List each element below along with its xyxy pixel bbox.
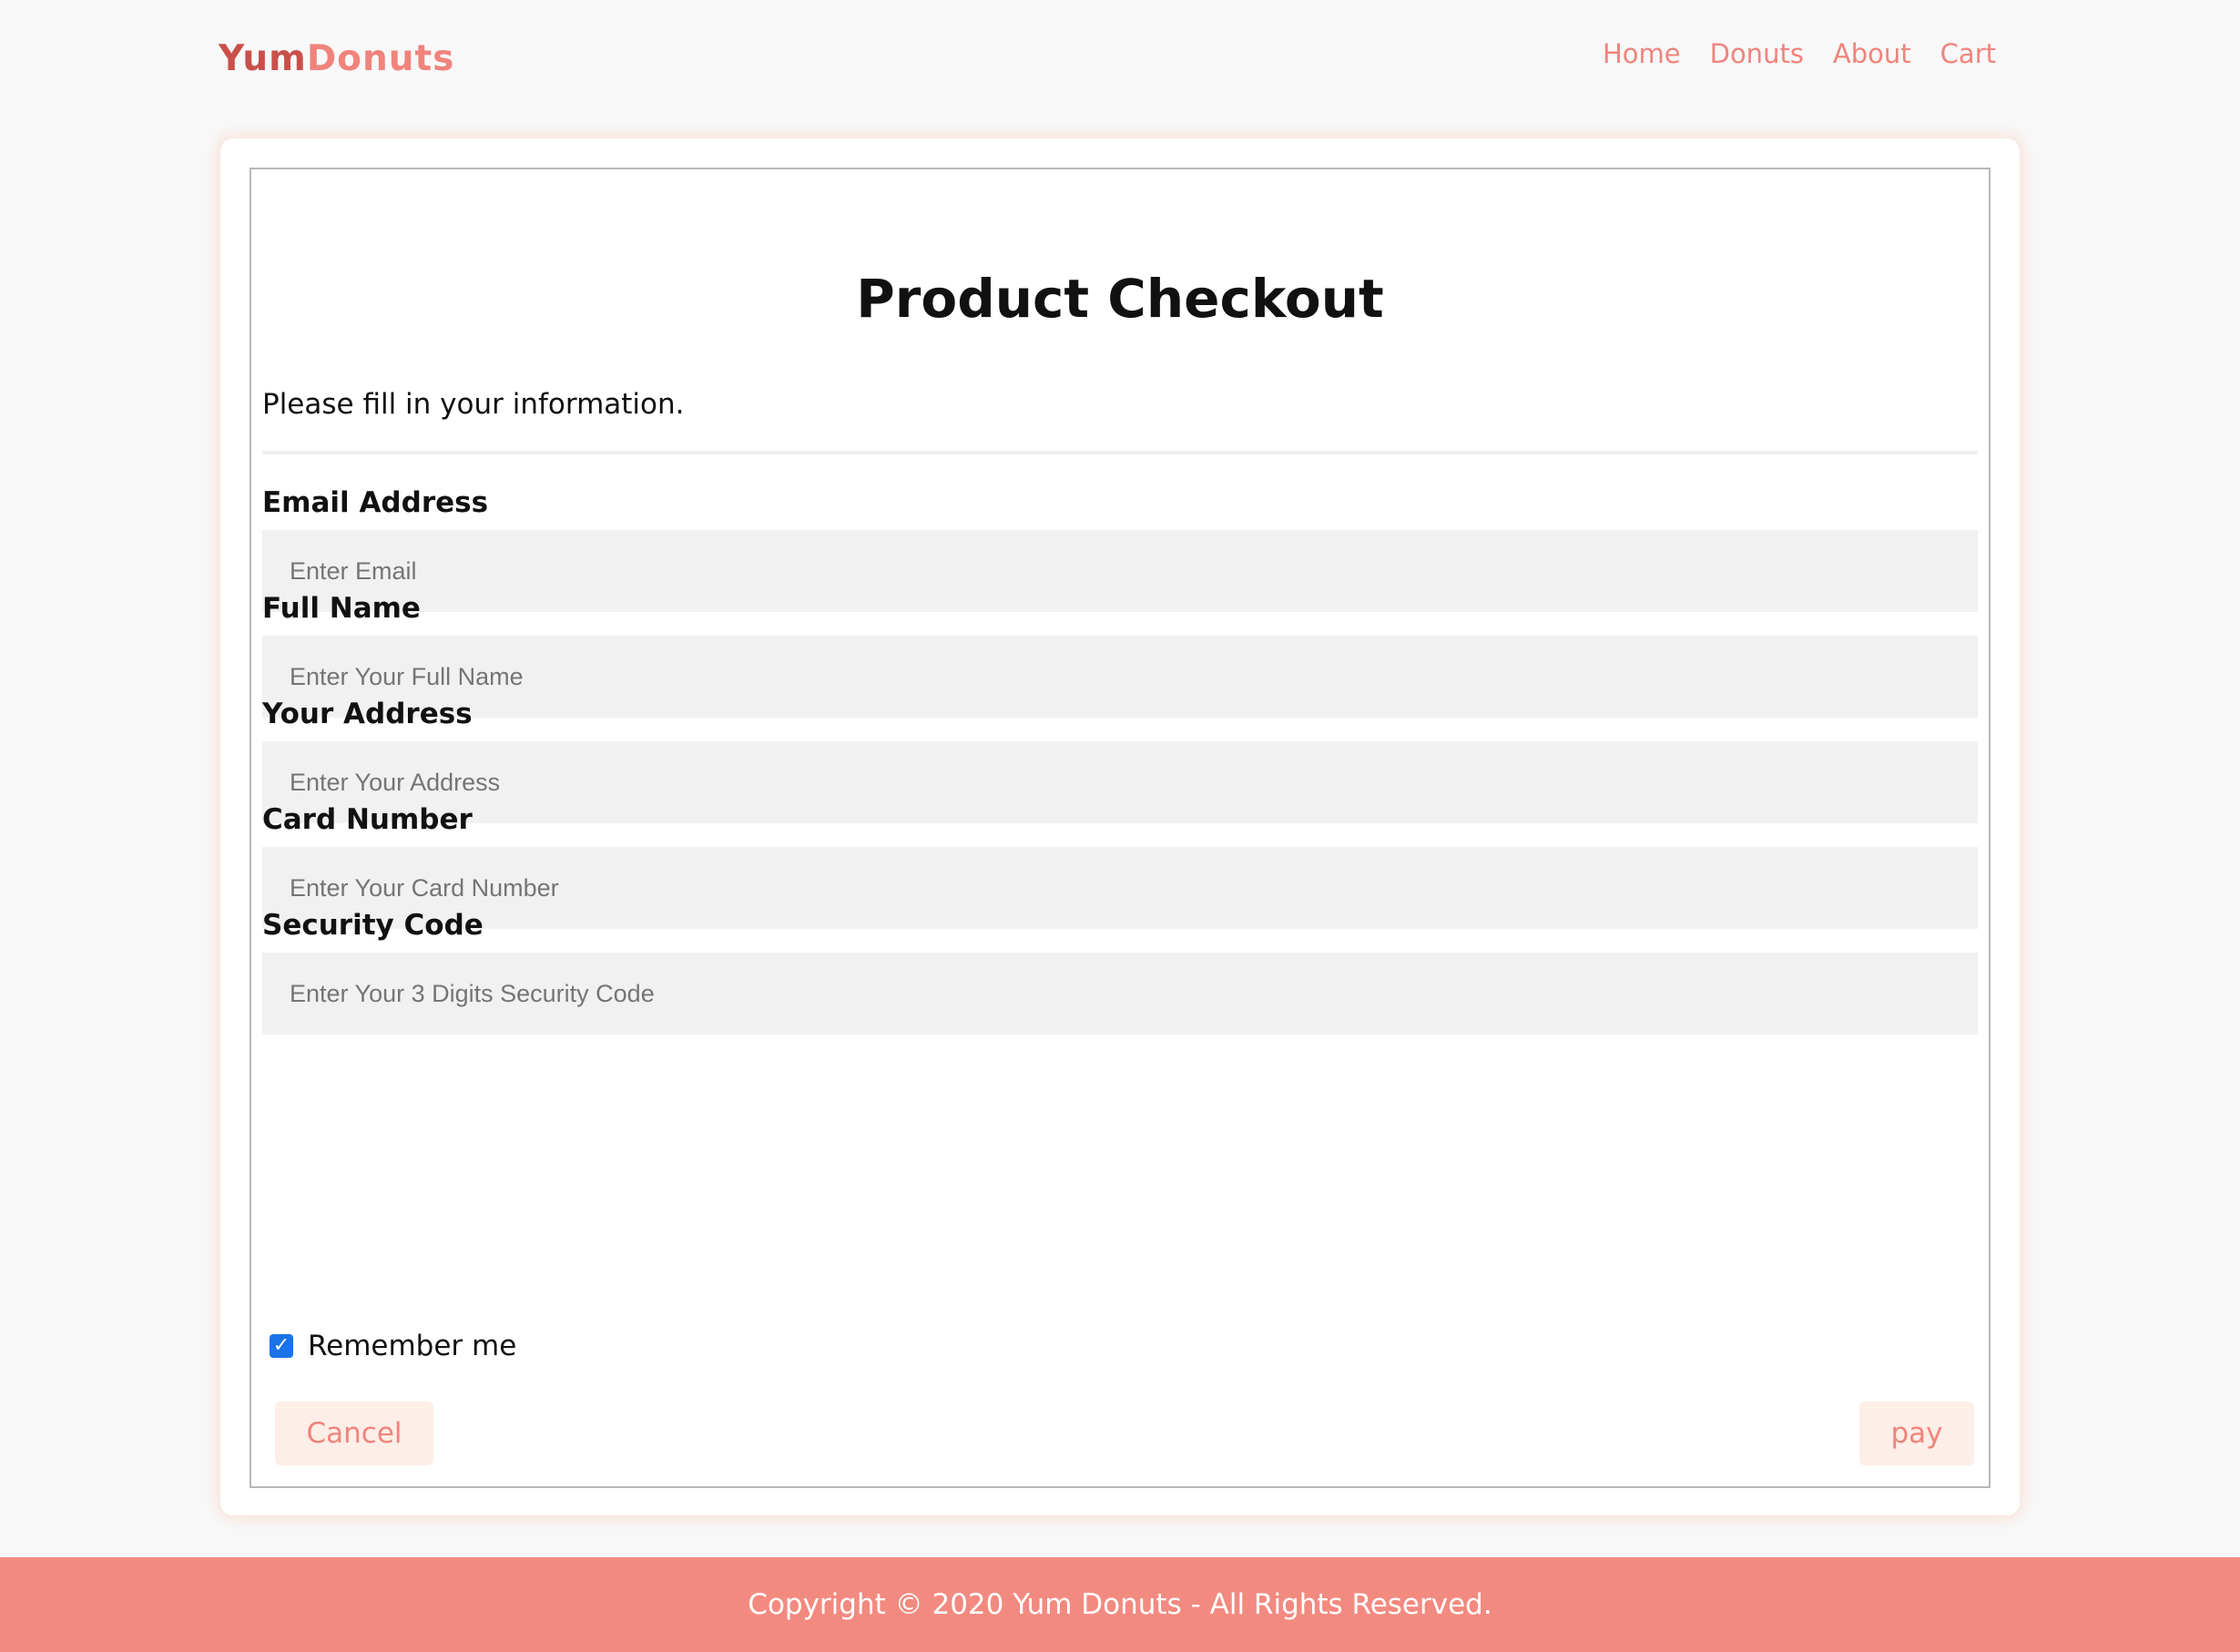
checkout-form: Product Checkout Please fill in your inf… <box>249 168 1991 1488</box>
full-name-label: Full Name <box>262 592 421 625</box>
form-intro-text: Please fill in your information. <box>262 388 685 421</box>
email-label: Email Address <box>262 486 489 519</box>
site-header: YumDonuts Home Donuts About Cart <box>0 0 2240 137</box>
nav-link-donuts[interactable]: Donuts <box>1710 38 1804 69</box>
remember-me-checkbox[interactable]: ✓ <box>270 1334 293 1358</box>
nav-link-about[interactable]: About <box>1833 38 1911 69</box>
nav-link-cart[interactable]: Cart <box>1940 38 1996 69</box>
brand-logo-part2: Donuts <box>306 38 455 79</box>
email-field[interactable] <box>262 530 1978 612</box>
security-code-label: Security Code <box>262 909 484 942</box>
checkout-card: Product Checkout Please fill in your inf… <box>220 138 2020 1515</box>
brand-logo-part1: Yum <box>219 38 307 79</box>
main-nav: Home Donuts About Cart <box>1603 38 1996 69</box>
page-title: Product Checkout <box>856 268 1384 330</box>
form-divider <box>262 451 1978 454</box>
copyright-text: Copyright © 2020 Yum Donuts - All Rights… <box>748 1588 1492 1621</box>
full-name-field[interactable] <box>262 636 1978 718</box>
nav-link-home[interactable]: Home <box>1603 38 1681 69</box>
brand-logo[interactable]: YumDonuts <box>219 38 454 79</box>
address-field[interactable] <box>262 741 1978 823</box>
cancel-button[interactable]: Cancel <box>275 1402 433 1465</box>
security-code-field[interactable] <box>262 953 1978 1035</box>
card-number-label: Card Number <box>262 803 473 836</box>
site-footer: Copyright © 2020 Yum Donuts - All Rights… <box>0 1557 2240 1652</box>
address-label: Your Address <box>262 698 473 730</box>
card-number-field[interactable] <box>262 847 1978 929</box>
remember-me-row: ✓ Remember me <box>270 1330 516 1362</box>
pay-button[interactable]: pay <box>1859 1402 1974 1465</box>
remember-me-label[interactable]: Remember me <box>308 1330 516 1362</box>
